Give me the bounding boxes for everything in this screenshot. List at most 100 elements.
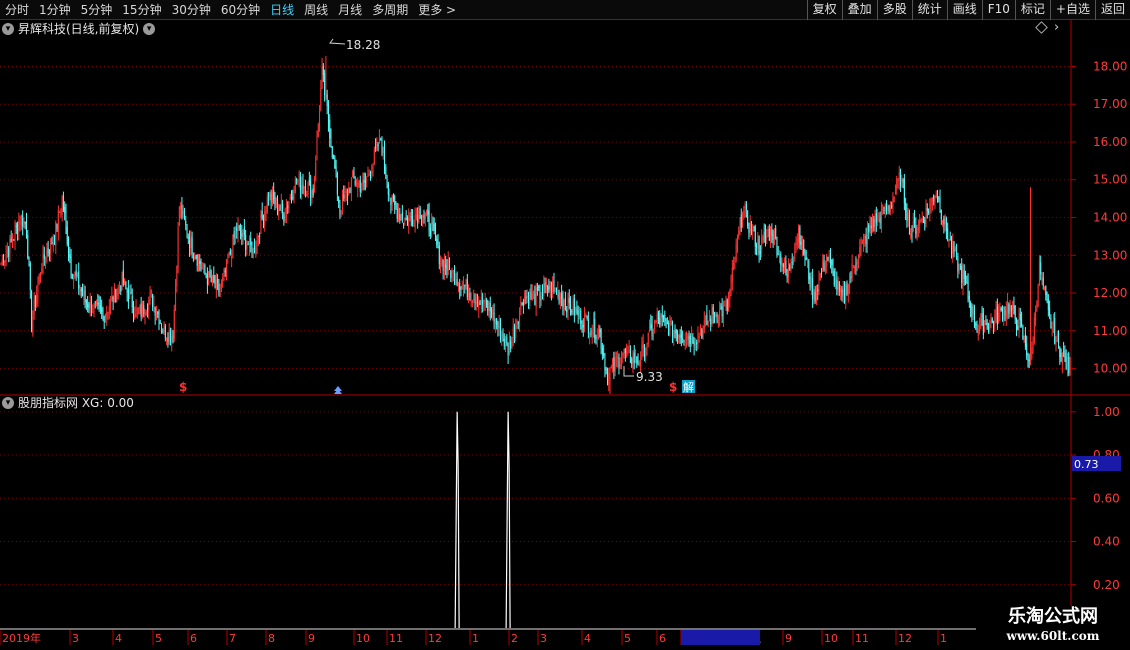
candle-body [381, 137, 383, 155]
candle-body [654, 321, 656, 330]
candle-body [248, 236, 250, 248]
candle-body [442, 259, 444, 271]
indicator-pulse [505, 411, 511, 629]
candle-body [945, 218, 947, 231]
candle-body [925, 208, 927, 227]
candle-body [1037, 285, 1039, 306]
candle-body [710, 318, 712, 325]
candle-body [759, 251, 761, 254]
candle-body [143, 305, 145, 315]
candle-body [700, 331, 702, 335]
candle-body [608, 373, 610, 385]
candle-body [468, 293, 470, 295]
dividend-marker[interactable]: $ [179, 380, 187, 394]
candle-body [896, 178, 898, 190]
candle-body [298, 173, 300, 179]
candle-body [138, 312, 140, 314]
candle-body [50, 239, 52, 254]
candle-body [621, 358, 623, 368]
unlock-marker[interactable]: 解 [683, 380, 694, 394]
candle-body [851, 263, 853, 279]
chevron-down-icon[interactable]: ▾ [143, 23, 156, 35]
candle-body [776, 237, 778, 255]
time-label: 2 [511, 632, 518, 645]
candle-body [706, 314, 708, 325]
candle-body [701, 329, 703, 338]
candle-body [167, 336, 169, 342]
price-tick-label: 17.00 [1093, 97, 1127, 111]
candle-body [166, 338, 168, 341]
candle-body [578, 308, 580, 313]
candle-body [488, 305, 490, 313]
candle-body [1038, 259, 1040, 284]
candle-body [262, 215, 264, 223]
candle-body [843, 290, 845, 299]
candle-body [31, 292, 33, 331]
candle-body [99, 305, 101, 309]
candle-body [917, 227, 919, 231]
candle-body [846, 282, 848, 295]
candle-body [501, 335, 503, 337]
candle-body [603, 352, 605, 356]
candle-body [484, 298, 486, 303]
kline-chart[interactable]: 18.0017.0016.0015.0014.0013.0012.0011.00… [0, 0, 1130, 650]
candle-body [594, 319, 596, 339]
time-label: 9 [785, 632, 792, 645]
candle-body [558, 292, 560, 302]
main-chart-title[interactable]: ▾ 昇辉科技(日线,前复权) ▾ [2, 21, 156, 37]
grid-lines [0, 65, 1071, 586]
candle-body [27, 234, 29, 259]
up-arrow-icon[interactable] [334, 386, 342, 394]
candle-body [406, 217, 408, 226]
candle-body [794, 251, 796, 260]
candle-body [191, 237, 193, 254]
dividend-marker-2[interactable]: $ [669, 380, 677, 394]
candle-body [942, 220, 944, 223]
candle-body [215, 279, 217, 291]
candle-body [912, 220, 914, 232]
candle-body [1014, 305, 1016, 320]
candle-body [54, 240, 56, 245]
candle-body [431, 222, 433, 236]
candle-body [977, 329, 979, 336]
candle-body [521, 302, 523, 305]
candle-body [97, 303, 99, 305]
indicator-title[interactable]: ▾ 股朋指标网 XG: 0.00 [2, 396, 134, 410]
candle-body [567, 295, 569, 316]
candle-body [418, 209, 420, 223]
candle-body [665, 318, 667, 322]
candle-body [675, 330, 677, 334]
candle-body [308, 179, 310, 182]
candle-body [968, 295, 970, 300]
candle-body [935, 193, 937, 198]
candle-body [717, 319, 719, 325]
candle-body [513, 330, 515, 336]
candle-body [445, 264, 447, 268]
candle-body [971, 306, 973, 317]
candle-body [32, 316, 34, 335]
candle-body [410, 216, 412, 218]
candle-body [269, 191, 271, 197]
candle-body [1042, 277, 1044, 287]
candle-body [115, 288, 117, 303]
chevron-down-icon[interactable]: ▾ [2, 397, 14, 409]
candle-body [1052, 321, 1054, 325]
candle-body [609, 368, 611, 372]
candle-body [33, 299, 35, 315]
candle-body [147, 309, 149, 312]
candle-body [242, 230, 244, 238]
chevron-right-icon[interactable]: › [1054, 20, 1059, 35]
chevron-down-icon[interactable]: ▾ [2, 23, 14, 35]
candle-body [78, 271, 80, 289]
candle-body [884, 204, 886, 212]
candle-body [240, 230, 242, 235]
candle-body [931, 198, 933, 202]
candle-body [185, 220, 187, 225]
candle-body [498, 322, 500, 329]
candle-body [23, 220, 25, 228]
candle-body [238, 226, 240, 228]
candle-body [878, 215, 880, 217]
candle-body [606, 368, 608, 386]
candle-body [793, 257, 795, 262]
candle-body [905, 202, 907, 212]
